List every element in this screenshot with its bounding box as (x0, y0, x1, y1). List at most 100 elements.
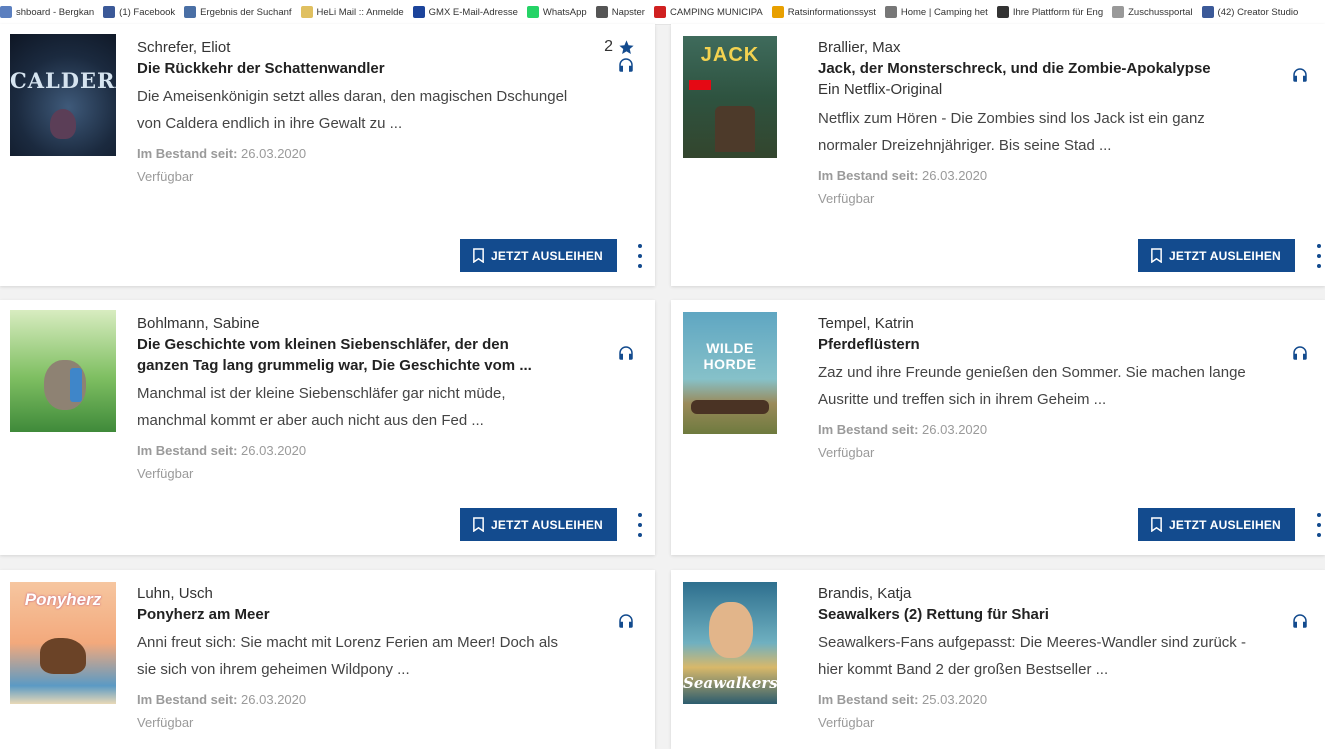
media-card: JACK Brallier, Max Jack, der Monsterschr… (671, 24, 1325, 286)
item-title[interactable]: Jack, der Monsterschreck, und die Zombie… (818, 58, 1211, 79)
item-info: Luhn, Usch Ponyherz am Meer Anni freut s… (137, 584, 558, 732)
bookmark-item[interactable]: Ergebnis der Suchanf (184, 6, 292, 18)
bookmark-item[interactable]: HeLi Mail :: Anmelde (300, 6, 404, 18)
bookmark-icon (1151, 248, 1162, 263)
item-info: Bohlmann, Sabine Die Geschichte vom klei… (137, 314, 532, 483)
item-title[interactable]: Die Rückkehr der Schattenwandler (137, 58, 567, 79)
borrow-button-label: JETZT AUSLEIHEN (491, 517, 603, 532)
description: Seawalkers-Fans aufgepasst: Die Meeres-W… (818, 629, 1246, 683)
bookmark-label: Napster (611, 6, 645, 18)
bookmarks-bar: shboard - Bergkan (1) Facebook Ergebnis de… (0, 0, 1325, 25)
bookmark-item[interactable]: Napster (595, 6, 645, 18)
description-line: sie sich von ihrem geheimen Wildpony ... (137, 661, 410, 678)
bookmark-item[interactable]: GMX E-Mail-Adresse (412, 6, 518, 18)
description: Anni freut sich: Sie macht mit Lorenz Fe… (137, 629, 558, 683)
stock-date-value: 26.03.2020 (241, 692, 307, 707)
description-line: Seawalkers-Fans aufgepasst: Die Meeres-W… (818, 634, 1246, 651)
author[interactable]: Tempel, Katrin (818, 314, 1246, 334)
stock-date-value: 26.03.2020 (241, 146, 307, 161)
star-icon (619, 39, 634, 54)
description: Zaz und ihre Freunde genießen den Sommer… (818, 359, 1246, 413)
bookmark-label: Home | Camping het (900, 6, 988, 18)
description: Netflix zum Hören - Die Zombies sind los… (818, 105, 1211, 159)
description: Die Ameisenkönigin setzt alles daran, de… (137, 83, 567, 137)
item-icons (1291, 612, 1309, 630)
bookmark-item[interactable]: Ratsinformationssyst (771, 6, 876, 18)
stock-date: Im Bestand seit: 26.03.2020 (137, 145, 567, 163)
bookmark-icon (473, 517, 484, 532)
stock-date: Im Bestand seit: 25.03.2020 (818, 691, 1246, 709)
more-options-icon[interactable] (1317, 513, 1323, 537)
stock-date-value: 26.03.2020 (922, 422, 988, 437)
media-card: Bohlmann, Sabine Die Geschichte vom klei… (0, 300, 655, 555)
camping-icon (653, 6, 666, 18)
bookmark-icon (473, 248, 484, 263)
more-options-icon[interactable] (638, 244, 644, 268)
author[interactable]: Schrefer, Eliot (137, 38, 567, 58)
cover-image[interactable]: WILDE HORDE (683, 312, 777, 434)
cover-image[interactable]: Ponyherz (10, 582, 116, 704)
bookmark-item[interactable]: shboard - Bergkan (0, 6, 94, 18)
stock-label: Im Bestand seit: (818, 422, 919, 437)
stock-label: Im Bestand seit: (137, 692, 238, 707)
media-card: Ponyherz Luhn, Usch Ponyherz am Meer Ann… (0, 570, 655, 749)
cover-image[interactable]: Seawalkers (683, 582, 777, 704)
bookmark-label: (1) Facebook (119, 6, 176, 18)
title-line: ganzen Tag lang grummelig war, Die Gesch… (137, 357, 532, 374)
description-line: hier kommt Band 2 der großen Bestseller … (818, 661, 1109, 678)
title-line: Die Geschichte vom kleinen Siebenschläfe… (137, 336, 509, 353)
bookmark-item[interactable]: CAMPING MUNICIPA (653, 6, 763, 18)
media-card: Seawalkers Brandis, Katja Seawalkers (2)… (671, 570, 1325, 749)
bookmark-item[interactable]: WhatsApp (526, 6, 587, 18)
more-options-icon[interactable] (1317, 244, 1323, 268)
bookmark-label: Ergebnis der Suchanf (200, 6, 292, 18)
whatsapp-icon (526, 6, 539, 18)
stock-label: Im Bestand seit: (818, 168, 919, 183)
stock-date-value: 25.03.2020 (922, 692, 988, 707)
home-icon (884, 6, 897, 18)
item-icons (1291, 66, 1309, 84)
borrow-button[interactable]: JETZT AUSLEIHEN (460, 239, 617, 272)
availability: Verfügbar (137, 715, 194, 730)
cover-image[interactable]: JACK (683, 36, 777, 158)
author[interactable]: Brandis, Katja (818, 584, 1246, 604)
borrow-button[interactable]: JETZT AUSLEIHEN (460, 508, 617, 541)
item-title[interactable]: Seawalkers (2) Rettung für Shari (818, 604, 1246, 625)
search-result-icon (184, 6, 197, 18)
media-card: WILDE HORDE Tempel, Katrin Pferdeflüster… (671, 300, 1325, 555)
cover-image[interactable] (10, 310, 116, 432)
bookmark-item[interactable]: Ihre Plattform für Eng (996, 6, 1104, 18)
description-line: Manchmal ist der kleine Siebenschläfer g… (137, 385, 506, 402)
bookmark-item[interactable]: Home | Camping het (884, 6, 988, 18)
bookmark-label: (42) Creator Studio (1217, 6, 1299, 18)
item-info: Brallier, Max Jack, der Monsterschreck, … (818, 38, 1211, 208)
author[interactable]: Bohlmann, Sabine (137, 314, 532, 334)
borrow-button[interactable]: JETZT AUSLEIHEN (1138, 239, 1295, 272)
cover-image[interactable]: CALDERA (10, 34, 116, 156)
more-options-icon[interactable] (638, 513, 644, 537)
cover-text: CALDERA (10, 68, 116, 93)
rats-icon (771, 6, 784, 18)
item-icons: 2 (604, 38, 635, 74)
author[interactable]: Brallier, Max (818, 38, 1211, 58)
borrow-button[interactable]: JETZT AUSLEIHEN (1138, 508, 1295, 541)
stock-date: Im Bestand seit: 26.03.2020 (818, 421, 1246, 439)
headphones-icon (1293, 346, 1307, 360)
item-title[interactable]: Ponyherz am Meer (137, 604, 558, 625)
stock-date: Im Bestand seit: 26.03.2020 (818, 167, 1211, 185)
borrow-button-label: JETZT AUSLEIHEN (1169, 517, 1281, 532)
mail-icon (300, 6, 313, 18)
rating-count: 2 (604, 38, 613, 55)
description-line: Anni freut sich: Sie macht mit Lorenz Fe… (137, 634, 558, 651)
item-info: Brandis, Katja Seawalkers (2) Rettung fü… (818, 584, 1246, 732)
bookmark-label: GMX E-Mail-Adresse (428, 6, 518, 18)
bookmark-label: Ihre Plattform für Eng (1012, 6, 1104, 18)
bookmark-item[interactable]: Zuschussportal (1112, 6, 1193, 18)
stock-date: Im Bestand seit: 26.03.2020 (137, 442, 532, 460)
item-title[interactable]: Die Geschichte vom kleinen Siebenschläfe… (137, 334, 532, 376)
bookmark-item[interactable]: (1) Facebook (103, 6, 175, 18)
bookmark-item[interactable]: (42) Creator Studio (1201, 6, 1299, 18)
author[interactable]: Luhn, Usch (137, 584, 558, 604)
headphones-icon (1293, 614, 1307, 628)
item-title[interactable]: Pferdeflüstern (818, 334, 1246, 355)
